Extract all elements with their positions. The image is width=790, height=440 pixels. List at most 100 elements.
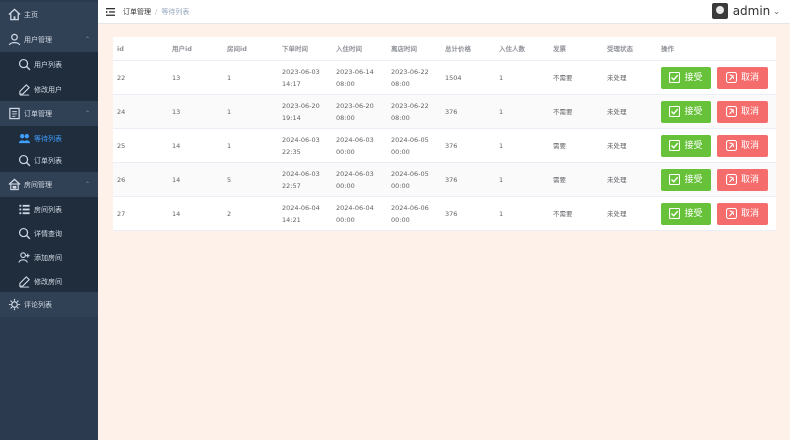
cell-checkout-time: 2024-06-06 00:00 xyxy=(391,203,429,224)
sidebar-item-order-management[interactable]: 订单管理 ⌃ xyxy=(0,101,98,126)
cell-invoice: 不需要 xyxy=(553,209,573,218)
check-icon xyxy=(669,140,681,151)
sidebar-item-comment-list[interactable]: 评论列表 xyxy=(0,292,98,317)
cancel-icon xyxy=(725,72,737,83)
table-row: 24 13 1 2023-06-20 19:14 2023-06-20 08:0… xyxy=(113,95,776,129)
cell-room-id: 1 xyxy=(227,141,232,150)
cancel-label: 取消 xyxy=(740,106,759,117)
accept-label: 接受 xyxy=(684,72,703,83)
cell-checkout-time: 2024-06-05 00:00 xyxy=(391,135,429,156)
cell-actions: 接受 取消 xyxy=(657,168,776,191)
cell-order-time: 2024-06-04 14:21 xyxy=(282,203,320,224)
cell-id: 27 xyxy=(117,209,126,218)
cell-user-id: 14 xyxy=(172,175,181,184)
cell-actions: 接受 取消 xyxy=(657,100,776,123)
accept-label: 接受 xyxy=(684,174,703,185)
sidebar-item-label: 主页 xyxy=(24,10,38,19)
cancel-button[interactable]: 取消 xyxy=(717,168,768,191)
cell-id: 26 xyxy=(117,175,126,184)
cancel-label: 取消 xyxy=(740,72,759,83)
cell-status: 未处理 xyxy=(607,73,627,82)
sidebar-item-label: 详情查询 xyxy=(34,229,62,238)
sidebar: 主页 用户管理 ⌃ 用户列表 修改用户 订单管理 ⌃ 等待列表 订单列表 房间管… xyxy=(0,0,98,440)
cell-room-id: 1 xyxy=(227,107,232,116)
order-icon xyxy=(8,107,21,120)
cell-status: 未处理 xyxy=(607,107,627,116)
sidebar-item-room-management[interactable]: 房间管理 ⌃ xyxy=(0,172,98,197)
breadcrumb-item[interactable]: 订单管理 xyxy=(123,8,151,16)
accept-button[interactable]: 接受 xyxy=(661,134,711,157)
username[interactable]: admin xyxy=(733,4,771,18)
sidebar-item-user-list[interactable]: 用户列表 xyxy=(0,52,98,77)
sidebar-item-user-management[interactable]: 用户管理 ⌃ xyxy=(0,27,98,52)
sidebar-item-label: 房间管理 xyxy=(24,180,52,189)
accept-button[interactable]: 接受 xyxy=(661,168,711,191)
breadcrumb: 订单管理 / 等待列表 xyxy=(123,7,189,17)
column-header: 总计价格 xyxy=(445,44,471,53)
breadcrumb-separator: / xyxy=(155,7,158,16)
sidebar-item-label: 用户管理 xyxy=(24,35,52,44)
check-icon xyxy=(669,72,681,83)
chevron-up-icon: ⌃ xyxy=(84,36,90,43)
sidebar-item-label: 用户列表 xyxy=(34,60,62,69)
cell-total-price: 1504 xyxy=(445,73,462,82)
column-header: 下单时间 xyxy=(282,44,308,53)
sidebar-item-edit-user[interactable]: 修改用户 xyxy=(0,77,98,102)
cancel-button[interactable]: 取消 xyxy=(717,66,768,89)
cell-order-time: 2024-06-03 22:35 xyxy=(282,135,320,156)
accept-button[interactable]: 接受 xyxy=(661,100,711,123)
sidebar-item-detail-query[interactable]: 详情查询 xyxy=(0,221,98,246)
hamburger-menu-icon[interactable] xyxy=(106,7,115,16)
accept-label: 接受 xyxy=(684,140,703,151)
cell-status: 未处理 xyxy=(607,175,627,184)
cell-actions: 接受 取消 xyxy=(657,202,776,225)
cell-room-id: 2 xyxy=(227,209,232,218)
column-header: 发票 xyxy=(553,44,566,53)
user-menu[interactable]: admin ⌄ xyxy=(711,3,780,19)
cell-order-time: 2024-06-03 22:57 xyxy=(282,169,320,190)
cancel-button[interactable]: 取消 xyxy=(717,134,768,157)
cell-invoice: 不需要 xyxy=(553,73,573,82)
cell-checkin-time: 2024-06-03 00:00 xyxy=(336,135,374,156)
column-header: 房间id xyxy=(227,44,247,53)
cell-checkin-time: 2023-06-20 08:00 xyxy=(336,101,374,122)
sidebar-item-label: 评论列表 xyxy=(24,300,52,309)
order-table: id 用户id 房间id 下单时间 入住时间 离店时间 总计价格 入住人数 发票… xyxy=(113,37,776,231)
cell-guest-count: 1 xyxy=(499,73,504,82)
accept-button[interactable]: 接受 xyxy=(661,66,711,89)
cancel-button[interactable]: 取消 xyxy=(717,100,768,123)
cell-room-id: 5 xyxy=(227,175,232,184)
accept-button[interactable]: 接受 xyxy=(661,202,711,225)
cancel-button[interactable]: 取消 xyxy=(717,202,768,225)
chevron-down-icon[interactable]: ⌄ xyxy=(773,7,780,16)
table-row: 26 14 5 2024-06-03 22:57 2024-06-03 00:0… xyxy=(113,163,776,197)
cell-order-time: 2023-06-20 19:14 xyxy=(282,101,320,122)
sidebar-item-edit-room[interactable]: 修改房间 xyxy=(0,269,98,294)
sidebar-item-label: 房间列表 xyxy=(34,205,62,214)
table-row: 22 13 1 2023-06-03 14:17 2023-06-14 08:0… xyxy=(113,61,776,95)
sidebar-item-home[interactable]: 主页 xyxy=(0,2,98,27)
cell-guest-count: 1 xyxy=(499,209,504,218)
sidebar-item-label: 订单管理 xyxy=(24,109,52,118)
table-row: 27 14 2 2024-06-04 14:21 2024-06-04 00:0… xyxy=(113,197,776,231)
check-icon xyxy=(669,208,681,219)
cell-guest-count: 1 xyxy=(499,175,504,184)
cell-invoice: 需要 xyxy=(553,141,566,150)
cell-order-time: 2023-06-03 14:17 xyxy=(282,67,320,88)
cell-total-price: 376 xyxy=(445,209,458,218)
sidebar-item-add-room[interactable]: 添加房间 xyxy=(0,245,98,270)
sidebar-item-room-list[interactable]: 房间列表 xyxy=(0,197,98,222)
cell-user-id: 13 xyxy=(172,73,181,82)
sidebar-item-label: 订单列表 xyxy=(34,156,62,165)
cell-checkin-time: 2024-06-04 00:00 xyxy=(336,203,374,224)
cancel-label: 取消 xyxy=(740,140,759,151)
cancel-icon xyxy=(725,174,737,185)
add-room-icon xyxy=(18,251,31,264)
sidebar-item-label: 等待列表 xyxy=(34,134,62,143)
sidebar-item-order-list[interactable]: 订单列表 xyxy=(0,148,98,173)
cancel-label: 取消 xyxy=(740,208,759,219)
cell-total-price: 376 xyxy=(445,107,458,116)
cell-checkout-time: 2023-06-22 08:00 xyxy=(391,67,429,88)
avatar[interactable] xyxy=(711,3,728,19)
table-header: id 用户id 房间id 下单时间 入住时间 离店时间 总计价格 入住人数 发票… xyxy=(113,37,776,61)
